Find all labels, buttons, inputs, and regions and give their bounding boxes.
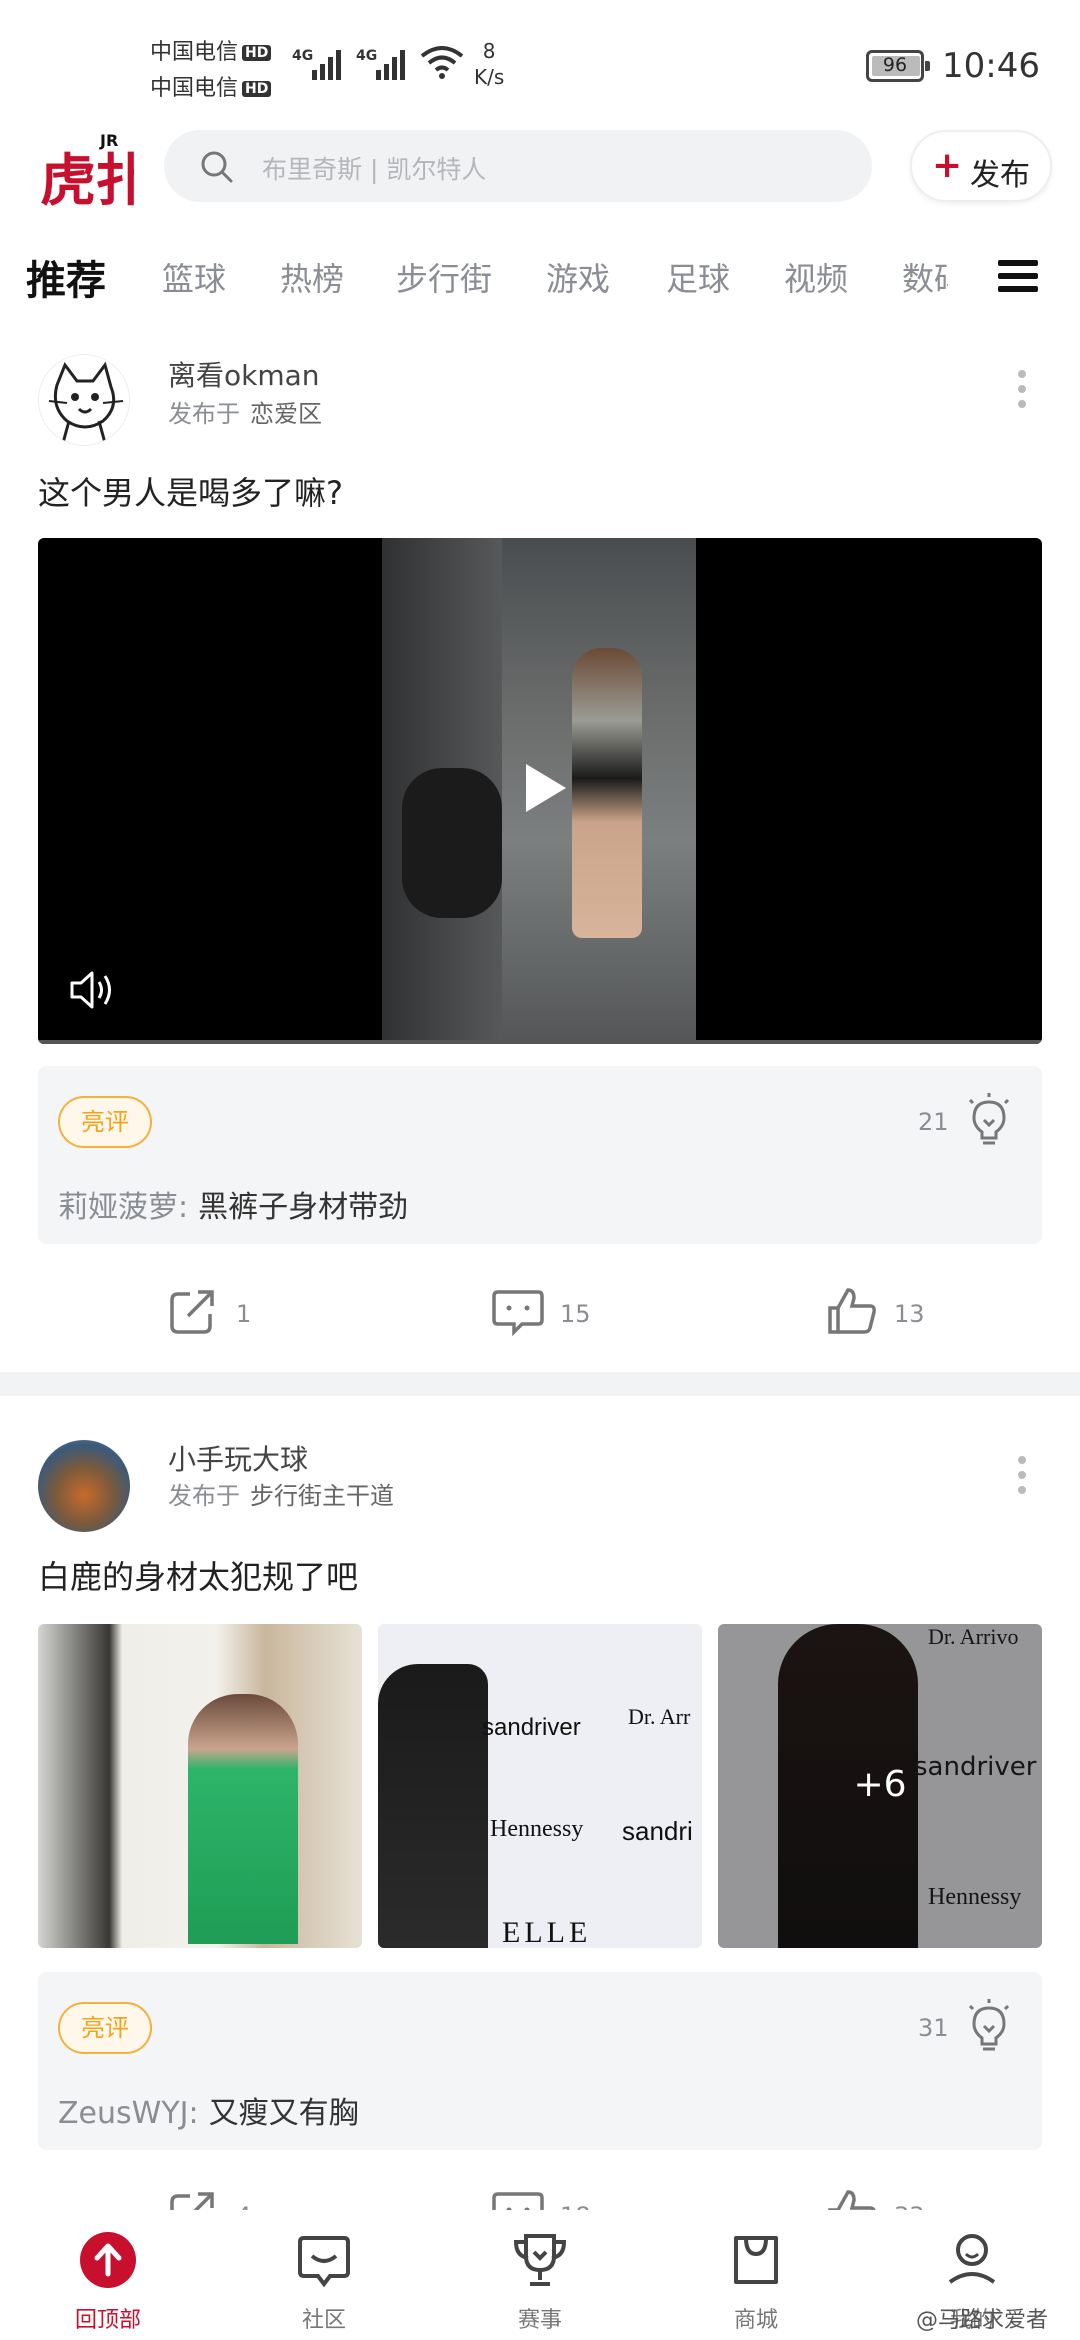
share-icon (170, 1290, 214, 1334)
clock: 10:46 (942, 46, 1040, 86)
wifi-icon (420, 46, 464, 79)
hot-comment[interactable]: 亮评 21 莉娅菠萝: 黑裤子身材带劲 (38, 1066, 1042, 1244)
post-image-3[interactable]: Dr. Arrivo sandriver Hennessy +6 (718, 1624, 1042, 1948)
more-options-icon[interactable] (1018, 1456, 1028, 1501)
tab-street[interactable]: 步行街 (396, 254, 492, 300)
more-images-count: +6 (853, 1764, 907, 1805)
hupu-logo[interactable]: 虎扑 JR (38, 128, 134, 214)
community-icon (298, 2236, 350, 2288)
menu-icon[interactable] (998, 260, 1038, 296)
hot-comment-text: 莉娅菠萝: 黑裤子身材带劲 (58, 1190, 409, 1225)
svg-text:虎扑: 虎扑 (40, 149, 134, 214)
plus-icon: + (932, 145, 963, 186)
post-actions: 1 15 13 (0, 1280, 1080, 1350)
shop-icon (734, 2236, 778, 2284)
nav-shop[interactable]: 商城 (696, 2210, 816, 2340)
tab-football[interactable]: 足球 (666, 254, 730, 300)
tab-digital[interactable]: 数码 (902, 254, 948, 300)
carrier-1: 中国电信 HD (150, 34, 272, 66)
zone-link[interactable]: 恋爱区 (250, 400, 322, 428)
post-title[interactable]: 这个男人是喝多了嘛? (38, 468, 343, 514)
trophy-icon (513, 2234, 567, 2286)
hot-comment[interactable]: 亮评 31 ZeusWYJ: 又瘦又有胸 (38, 1972, 1042, 2150)
tab-basketball[interactable]: 篮球 (162, 254, 226, 300)
more-options-icon[interactable] (1018, 370, 1028, 415)
carrier-2: 中国电信 HD (150, 70, 272, 102)
hot-comment-badge: 亮评 (58, 1096, 152, 1148)
search-bar[interactable]: 布里奇斯 | 凯尔特人 (164, 130, 872, 202)
tab-hot[interactable]: 热榜 (280, 254, 344, 300)
svg-text:4G: 4G (292, 48, 313, 64)
post-separator (0, 1372, 1080, 1396)
app-header: 虎扑 JR 布里奇斯 | 凯尔特人 + 发布 (0, 120, 1080, 228)
profile-icon (948, 2234, 996, 2284)
signal-icon-2: 4G (356, 48, 405, 80)
hot-comment-author: ZeusWYJ: (58, 2096, 199, 2131)
like-button[interactable]: 13 (826, 1280, 966, 1340)
hot-comment-likes: 31 (918, 2014, 949, 2042)
share-button[interactable]: 1 (168, 1280, 308, 1340)
published-in: 发布于 恋爱区 (168, 400, 322, 428)
battery-icon: 96 (866, 50, 930, 82)
lightbulb-icon[interactable] (964, 1092, 1014, 1146)
zone-link[interactable]: 步行街主干道 (250, 1482, 394, 1510)
play-icon[interactable] (512, 758, 572, 818)
post-title[interactable]: 白鹿的身材太犯规了吧 (38, 1552, 358, 1598)
thumbs-up-icon (828, 1288, 876, 1334)
search-placeholder: 布里奇斯 | 凯尔特人 (262, 155, 487, 184)
watermark: @马路求爱者 (916, 2308, 1049, 2333)
nav-events[interactable]: 赛事 (480, 2210, 600, 2340)
publish-button[interactable]: + 发布 (910, 130, 1052, 202)
post-image-1[interactable] (38, 1624, 362, 1948)
comment-icon (492, 1290, 544, 1336)
avatar[interactable] (38, 1440, 130, 1532)
avatar[interactable] (38, 354, 130, 446)
username[interactable]: 小手玩大球 (168, 1438, 308, 1478)
svg-text:4G: 4G (356, 48, 377, 64)
post-image-2[interactable]: sandriver Dr. Arr Hennessy sandri ELLE (378, 1624, 702, 1948)
category-tabs: 推荐 篮球 热榜 步行街 游戏 足球 视频 数码 (0, 240, 1080, 316)
nav-back-to-top[interactable]: 回顶部 (48, 2210, 168, 2340)
published-in: 发布于 步行街主干道 (168, 1482, 394, 1510)
volume-icon[interactable] (68, 968, 118, 1012)
tab-video[interactable]: 视频 (784, 254, 848, 300)
hot-comment-text: ZeusWYJ: 又瘦又有胸 (58, 2096, 359, 2131)
svg-text:JR: JR (99, 131, 118, 150)
comment-button[interactable]: 15 (492, 1280, 632, 1340)
video-player[interactable] (38, 538, 1042, 1044)
video-progress-bar[interactable] (38, 1040, 1042, 1044)
hot-comment-badge: 亮评 (58, 2002, 152, 2054)
hot-comment-author: 莉娅菠萝: (58, 1190, 189, 1225)
cat-avatar-icon (48, 361, 124, 444)
network-speed: 8 K/s (474, 39, 505, 89)
arrow-up-icon (80, 2232, 136, 2288)
signal-icon-1: 4G (292, 48, 341, 80)
tab-recommend[interactable]: 推荐 (26, 248, 106, 306)
post-images: sandriver Dr. Arr Hennessy sandri ELLE D… (38, 1624, 1042, 1948)
nav-community[interactable]: 社区 (264, 2210, 384, 2340)
username[interactable]: 离看okman (168, 354, 320, 394)
status-bar: 中国电信 HD 中国电信 HD 4G 4G 8 K/s 96 10:46 (0, 0, 1080, 120)
tab-games[interactable]: 游戏 (546, 254, 610, 300)
search-icon (201, 151, 233, 183)
hot-comment-likes: 21 (918, 1108, 949, 1136)
lightbulb-icon[interactable] (964, 1998, 1014, 2052)
